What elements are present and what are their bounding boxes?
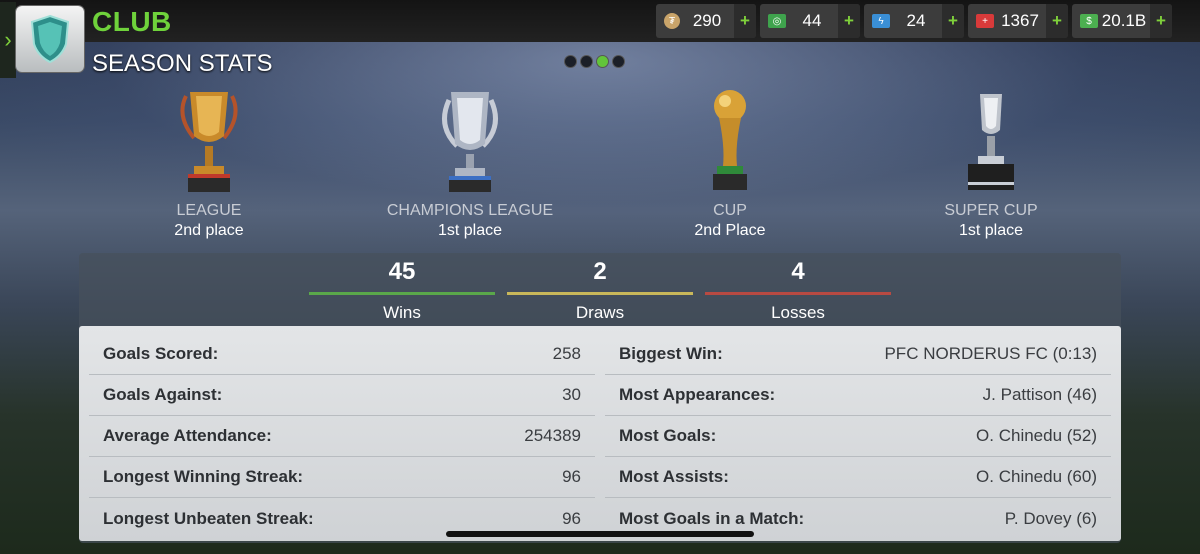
stat-value: O. Chinedu (60) — [976, 467, 1097, 486]
stat-value: PFC NORDERUS FC (0:13) — [884, 344, 1097, 363]
trophy-place: 1st place — [437, 222, 503, 239]
trophy-super-cup: SUPER CUP 1st place — [881, 86, 1101, 240]
page-indicator — [565, 56, 624, 67]
coins-value: 290 — [692, 11, 722, 30]
trophy-name: SUPER CUP — [944, 202, 1038, 219]
season-stats-table: Goals Scored: 258 Goals Against: 30 Averag… — [79, 326, 1121, 541]
energy-value: 24 — [906, 11, 926, 30]
wins-label: Wins — [383, 303, 421, 322]
trophy-name: CUP — [713, 202, 747, 219]
stat-label: Goals Against: — [103, 385, 223, 404]
page-dot-active[interactable] — [597, 56, 608, 67]
stat-value: J. Pattison (46) — [982, 385, 1097, 404]
coin-icon: ₮ — [664, 13, 680, 29]
page-dot[interactable] — [581, 56, 592, 67]
stat-label: Most Assists: — [619, 467, 729, 486]
result-wins: 45 Wins — [309, 258, 495, 323]
stat-value: 96 — [562, 508, 581, 528]
cash-icon: ◎ — [768, 14, 786, 28]
medical-icon: + — [976, 14, 994, 28]
cash-value: 44 — [802, 11, 822, 30]
stat-row: Most Goals: O. Chinedu (52) — [605, 416, 1111, 457]
stat-row: Most Assists: O. Chinedu (60) — [605, 457, 1111, 498]
losses-label: Losses — [771, 303, 825, 322]
add-money-button[interactable]: + — [1150, 4, 1172, 38]
stat-value: 96 — [562, 467, 581, 486]
stat-value: 30 — [562, 385, 581, 404]
stat-label: Longest Unbeaten Streak: — [103, 508, 314, 528]
stat-row: Goals Against: 30 — [89, 375, 595, 416]
league-trophy-icon — [180, 92, 238, 192]
back-chevron-icon[interactable]: › — [0, 2, 16, 78]
losses-value: 4 — [791, 258, 805, 285]
add-medical-button[interactable]: + — [1046, 4, 1068, 38]
trophy-champions-league: CHAMPIONS LEAGUE 1st place — [360, 86, 580, 240]
stats-left-column: Goals Scored: 258 Goals Against: 30 Averag… — [89, 334, 595, 539]
currency-cash: ◎ 44 + — [760, 4, 860, 38]
draws-bar — [507, 292, 693, 295]
shield-icon — [30, 14, 70, 64]
currency-energy: ϟ 24 + — [864, 4, 964, 38]
wins-value: 45 — [388, 258, 416, 285]
stat-label: Most Appearances: — [619, 385, 776, 404]
stat-label: Longest Winning Streak: — [103, 467, 304, 486]
super-cup-trophy-icon — [968, 94, 1014, 190]
stat-row: Biggest Win: PFC NORDERUS FC (0:13) — [605, 334, 1111, 375]
currency-coins: ₮ 290 + — [656, 4, 756, 38]
stat-label: Biggest Win: — [619, 344, 723, 363]
stat-row: Most Appearances: J. Pattison (46) — [605, 375, 1111, 416]
trophy-place: 2nd Place — [694, 222, 766, 239]
page-dot[interactable] — [613, 56, 624, 67]
stats-right-column: Biggest Win: PFC NORDERUS FC (0:13) Most … — [605, 334, 1111, 539]
stat-label: Most Goals in a Match: — [619, 508, 805, 528]
stat-label: Average Attendance: — [103, 426, 272, 445]
stat-value: 258 — [552, 344, 581, 363]
add-cash-button[interactable]: + — [838, 4, 860, 38]
club-badge-button[interactable] — [16, 6, 84, 72]
stat-value: 254389 — [524, 426, 581, 445]
trophy-place: 2nd place — [174, 222, 244, 239]
trophy-cup: CUP 2nd Place — [620, 86, 840, 240]
stat-row: Goals Scored: 258 — [89, 334, 595, 375]
draws-label: Draws — [575, 303, 625, 322]
trophy-name: LEAGUE — [176, 202, 242, 219]
page-dot[interactable] — [565, 56, 576, 67]
money-value: 20.1B — [1101, 11, 1147, 30]
page-title: CLUB — [92, 6, 172, 37]
losses-bar — [705, 292, 891, 295]
cup-trophy-icon — [713, 90, 747, 190]
stat-row: Longest Winning Streak: 96 — [89, 457, 595, 498]
medical-value: 1367 — [1001, 11, 1039, 30]
trophy-league: LEAGUE 2nd place — [99, 86, 319, 240]
page-subtitle: SEASON STATS — [92, 50, 273, 77]
stat-value: O. Chinedu (52) — [976, 426, 1097, 445]
draws-value: 2 — [593, 258, 607, 285]
trophy-place: 1st place — [958, 222, 1024, 239]
add-energy-button[interactable]: + — [942, 4, 964, 38]
champions-league-trophy-icon — [442, 92, 498, 192]
result-losses: 4 Losses — [705, 258, 891, 323]
wins-bar — [309, 292, 495, 295]
result-draws: 2 Draws — [507, 258, 693, 323]
stat-value: P. Dovey (6) — [1004, 508, 1097, 528]
stat-label: Most Goals: — [619, 426, 717, 445]
stat-label: Goals Scored: — [103, 344, 219, 363]
home-indicator[interactable] — [446, 531, 754, 537]
energy-icon: ϟ — [872, 14, 890, 28]
money-icon: $ — [1080, 14, 1098, 28]
stat-row: Average Attendance: 254389 — [89, 416, 595, 457]
trophy-name: CHAMPIONS LEAGUE — [386, 202, 554, 219]
currency-medical: + 1367 + — [968, 4, 1068, 38]
currency-money: $ 20.1B + — [1072, 4, 1172, 38]
add-coins-button[interactable]: + — [734, 4, 756, 38]
